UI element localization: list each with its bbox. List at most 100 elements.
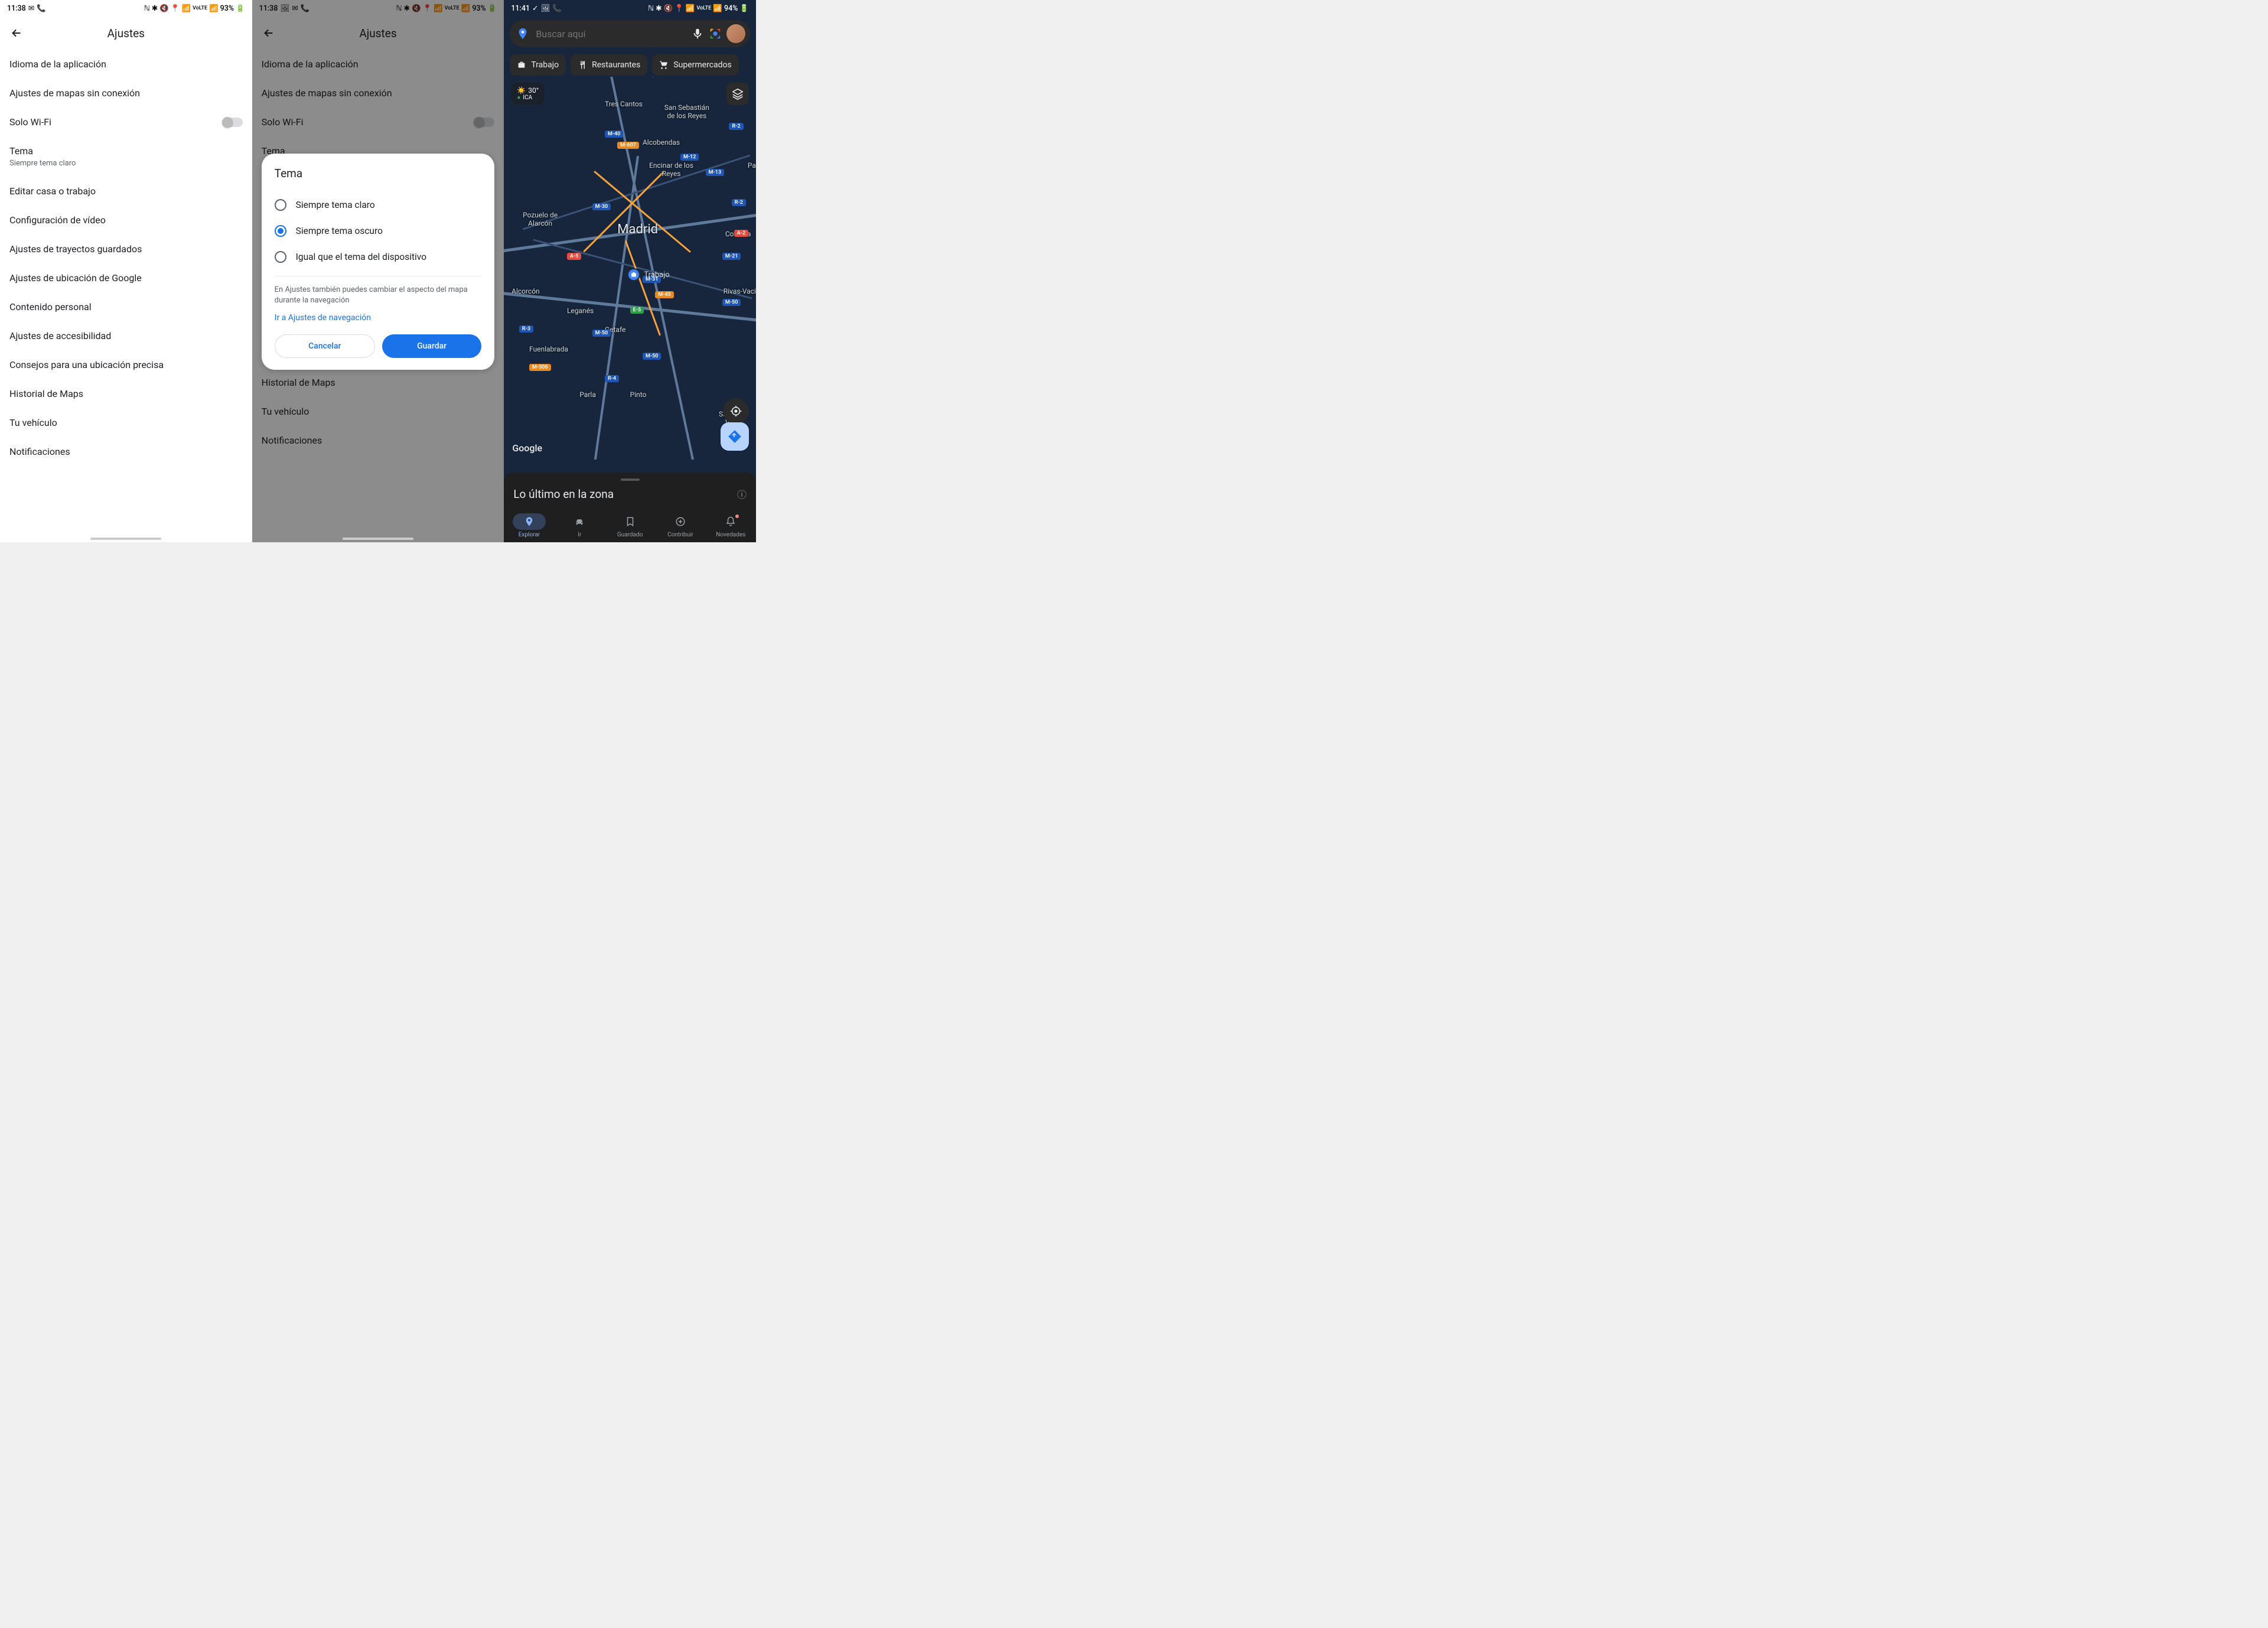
city-label: Tres Cantos <box>605 100 643 108</box>
setting-accessibility[interactable]: Ajustes de accesibilidad <box>9 321 243 350</box>
setting-offline-maps[interactable]: Ajustes de mapas sin conexión <box>9 79 243 108</box>
bluetooth-icon: ✱ <box>152 4 158 13</box>
city-label: Leganés <box>567 307 594 315</box>
sheet-handle[interactable] <box>621 478 640 481</box>
setting-maps-history[interactable]: Historial de Maps <box>9 379 243 408</box>
city-label: Pa <box>748 161 756 170</box>
plus-circle-icon <box>675 516 686 527</box>
city-madrid: Madrid <box>617 222 658 237</box>
maps-logo-icon <box>514 25 531 42</box>
dialog-hint: En Ajustes también puedes cambiar el asp… <box>275 285 482 306</box>
road-shield: M-40 <box>605 131 623 138</box>
radio-light-theme[interactable]: Siempre tema claro <box>275 192 482 218</box>
setting-your-vehicle[interactable]: Tu vehículo <box>9 408 243 437</box>
setting-edit-home-work[interactable]: Editar casa o trabajo <box>9 177 243 206</box>
nav-go[interactable]: Ir <box>563 513 596 538</box>
gmail-icon: ✉ <box>28 4 34 13</box>
bluetooth-icon: ✱ <box>656 4 662 13</box>
nav-saved[interactable]: Guardado <box>614 513 647 538</box>
mic-icon[interactable] <box>691 27 704 40</box>
page-title: Ajustes <box>28 27 224 40</box>
road-shield: R-2 <box>732 199 746 206</box>
wifi-icon: 📶 <box>181 4 191 13</box>
status-battery: 94% <box>724 4 738 13</box>
layers-icon <box>731 87 744 100</box>
mute-icon: 🔇 <box>664 4 673 13</box>
check-icon: ✓ <box>532 4 538 13</box>
utensils-icon <box>578 60 587 70</box>
signal-icon: 📶 <box>713 4 722 13</box>
search-input[interactable] <box>536 28 686 40</box>
map-canvas[interactable]: Madrid Viejo Tres Cantos San Sebastián d… <box>504 77 756 460</box>
wifi-toggle[interactable] <box>223 118 243 127</box>
road-shield: M-607 <box>617 142 639 149</box>
setting-notifications[interactable]: Notificaciones <box>9 437 243 466</box>
picture-icon: 🖼 <box>541 4 550 13</box>
road-shield: M-50 <box>643 353 661 360</box>
my-location-button[interactable] <box>723 398 749 424</box>
setting-google-location[interactable]: Ajustes de ubicación de Google <box>9 263 243 292</box>
chip-restaurants[interactable]: Restaurantes <box>571 54 647 76</box>
city-label: Pozuelo de Alarcón <box>517 211 564 227</box>
layers-button[interactable] <box>726 83 749 105</box>
work-location-pin[interactable]: Trabajo <box>627 268 669 281</box>
info-icon[interactable]: ⓘ <box>737 487 747 501</box>
settings-list: Idioma de la aplicación Ajustes de mapas… <box>0 50 252 466</box>
status-bar: 11:41 ✓ 🖼 📞 ℕ ✱ 🔇 📍 📶 VoLTE 📶 94% 🔋 <box>504 0 756 17</box>
radio-icon <box>275 251 286 263</box>
bottom-sheet[interactable]: Lo último en la zona ⓘ <box>504 473 756 509</box>
city-label: Alcorcón <box>511 287 540 295</box>
radio-device-theme[interactable]: Igual que el tema del dispositivo <box>275 244 482 270</box>
nav-settings-link[interactable]: Ir a Ajustes de navegación <box>275 313 482 323</box>
setting-video[interactable]: Configuración de vídeo <box>9 206 243 235</box>
chip-work[interactable]: Trabajo <box>510 54 566 76</box>
lens-icon[interactable] <box>709 27 722 40</box>
car-icon <box>574 516 585 527</box>
setting-personal-content[interactable]: Contenido personal <box>9 292 243 321</box>
weather-widget[interactable]: ☀️ 30° ● ICA <box>511 83 545 105</box>
duo-icon: 📞 <box>552 4 562 13</box>
nav-updates[interactable]: Novedades <box>714 513 747 538</box>
radio-icon <box>275 199 286 211</box>
battery-icon: 🔋 <box>236 4 245 13</box>
sun-icon: ☀️ <box>517 86 526 95</box>
briefcase-pin-icon <box>627 268 640 281</box>
nav-explore[interactable]: Explorar <box>513 513 546 538</box>
setting-app-language[interactable]: Idioma de la aplicación <box>9 50 243 79</box>
radio-icon <box>275 225 286 237</box>
cancel-button[interactable]: Cancelar <box>275 334 375 358</box>
setting-wifi-only[interactable]: Solo Wi-Fi <box>9 108 243 136</box>
nfc-icon: ℕ <box>144 4 150 13</box>
battery-icon: 🔋 <box>739 4 749 13</box>
road-shield: A-5 <box>567 253 581 260</box>
save-button[interactable]: Guardar <box>382 334 481 358</box>
search-bar[interactable] <box>510 20 750 47</box>
directions-button[interactable] <box>721 422 749 451</box>
arrow-back-icon <box>10 27 23 40</box>
status-time: 11:38 <box>7 4 26 13</box>
back-button[interactable] <box>5 21 28 45</box>
location-icon: 📍 <box>171 4 180 13</box>
profile-avatar[interactable] <box>726 24 745 43</box>
nav-contribute[interactable]: Contribuir <box>664 513 697 538</box>
road-shield: M-45 <box>655 291 673 298</box>
setting-theme[interactable]: Tema Siempre tema claro <box>9 136 243 177</box>
nav-indicator[interactable] <box>343 538 413 540</box>
road-shield: M-12 <box>680 154 699 161</box>
road-shield: A-2 <box>734 230 748 237</box>
city-label: Encinar de los Reyes <box>648 161 695 178</box>
setting-saved-trips[interactable]: Ajustes de trayectos guardados <box>9 235 243 263</box>
directions-icon <box>727 429 742 444</box>
chip-supermarkets[interactable]: Supermercados <box>652 54 738 76</box>
setting-location-tips[interactable]: Consejos para una ubicación precisa <box>9 350 243 379</box>
radio-dark-theme[interactable]: Siempre tema oscuro <box>275 218 482 244</box>
sheet-title: Lo último en la zona <box>513 487 614 501</box>
volte-icon: VoLTE <box>696 5 711 11</box>
nav-indicator[interactable] <box>90 538 161 540</box>
dialog-title: Tema <box>275 167 482 180</box>
location-icon: 📍 <box>674 4 684 13</box>
signal-icon: 📶 <box>209 4 219 13</box>
city-label: Rivas-Vaci <box>724 287 756 295</box>
city-label: Fuenlabrada <box>529 345 568 353</box>
bell-icon <box>725 516 736 527</box>
